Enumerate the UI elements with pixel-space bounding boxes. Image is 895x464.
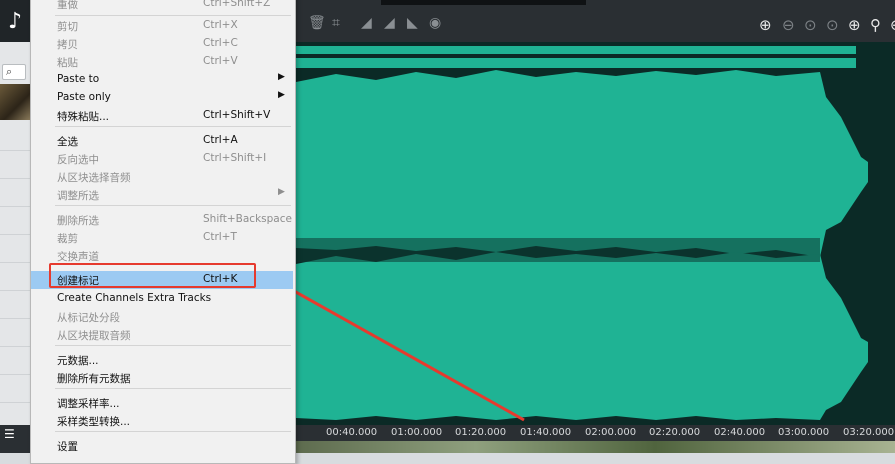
zoom-fit-icon[interactable]: ⊙ [826,18,839,33]
fade-in-icon[interactable]: ◢ [361,16,372,30]
time-label: 01:20.000 [455,427,507,438]
menu-separator [55,15,291,16]
waveform [270,46,868,422]
menu-item-create-channel-tracks[interactable]: Create Channels Extra Tracks [31,290,293,308]
menu-item-cut[interactable]: 剪切 Ctrl+X [31,17,293,35]
normalize-icon[interactable]: ◉ [429,16,441,30]
edit-context-menu: 重做 Ctrl+Shift+Z 剪切 Ctrl+X 拷贝 Ctrl+C 粘贴 Ctrl+… [30,0,296,464]
list-view-button[interactable]: ☰ [0,425,30,453]
menu-item-extract-audio[interactable]: 从区块提取音频 [31,326,293,344]
crop-icon[interactable]: ⌗ [332,16,340,30]
menu-item-paste[interactable]: 粘贴 Ctrl+V [31,53,293,71]
menu-item-redo[interactable]: 重做 Ctrl+Shift+Z [31,0,293,13]
time-label: 02:00.000 [585,427,637,438]
submenu-arrow-icon: ▶ [278,90,285,100]
menu-item-paste-to[interactable]: Paste to ▶ [31,71,293,89]
menu-item-delete-selection[interactable]: 删除所选 Shift+Backspace [31,211,293,229]
menu-item-remove-metadata[interactable]: 删除所有元数据 [31,369,293,387]
menu-item-paste-only[interactable]: Paste only ▶ [31,89,293,107]
overview-top [296,46,856,54]
list-icon: ☰ [4,427,15,441]
zoom-selection-icon[interactable]: ⊙ [804,18,817,33]
submenu-arrow-icon: ▶ [278,72,285,82]
menu-item-trim[interactable]: 裁剪 Ctrl+T [31,229,293,247]
search-icon[interactable]: ⌕ [2,64,26,80]
time-label: 03:20.000 [843,427,895,438]
menu-item-resample[interactable]: 调整采样率... [31,394,293,412]
menu-item-copy[interactable]: 拷贝 Ctrl+C [31,35,293,53]
menu-item-metadata[interactable]: 元数据... [31,351,293,369]
time-label: 01:00.000 [391,427,443,438]
menu-item-select-all[interactable]: 全选 Ctrl+A [31,132,293,150]
zoom-reset-icon[interactable]: ⊕ [890,18,895,33]
menu-item-convert-sample-type[interactable]: 采样类型转换... [31,412,293,430]
menu-item-select-from-region[interactable]: 从区块选择音频 [31,168,293,186]
menu-item-settings[interactable]: 设置 [31,437,293,455]
time-label: 01:40.000 [520,427,572,438]
waveform-view[interactable] [270,42,895,425]
trash-icon[interactable]: 🗑 [308,16,326,30]
zoom-out-icon[interactable]: ⊖ [782,18,795,33]
menu-item-split-at-markers[interactable]: 从标记处分段 [31,308,293,326]
time-label: 00:40.000 [326,427,378,438]
menu-item-adjust-selection[interactable]: 调整所选 ▶ [31,186,293,204]
menu-item-paste-special[interactable]: 特殊粘贴... Ctrl+Shift+V [31,107,293,125]
time-label: 03:00.000 [778,427,830,438]
zoom-vertical-icon[interactable]: ⚲ [870,18,881,33]
menu-separator [55,205,291,206]
left-panel: ♪ ⌕ ☰ [0,0,31,453]
music-note-icon: ♪ [0,0,30,42]
menu-separator [55,126,291,127]
album-thumbnail[interactable] [0,84,30,120]
channel-gap [296,238,820,262]
menu-item-invert-selection[interactable]: 反向选中 Ctrl+Shift+I [31,150,293,168]
zoom-full-icon[interactable]: ⊕ [848,18,861,33]
menu-separator [55,345,291,346]
toolbar-display [381,0,586,5]
time-label: 02:40.000 [714,427,766,438]
fade-out-icon[interactable]: ◢ [384,16,395,30]
menu-separator [55,431,291,432]
background-strip [296,441,895,453]
fade-icon[interactable]: ◣ [407,16,418,30]
waveform-channel-left [296,70,868,257]
time-label: 02:20.000 [649,427,701,438]
submenu-arrow-icon: ▶ [278,187,285,197]
overview-bottom [296,58,856,68]
zoom-in-icon[interactable]: ⊕ [759,18,772,33]
editor-toolbar: 🗑 ⌗ ◢ ◢ ◣ ◉ ⊕ ⊖ ⊙ ⊙ ⊕ ⚲ ⊕ [296,0,895,42]
waveform-channel-right [296,252,868,420]
highlight-annotation-box [49,263,256,288]
menu-separator [55,388,291,389]
timeline-ruler[interactable]: 00:40.000 01:00.000 01:20.000 01:40.000 … [296,425,895,441]
